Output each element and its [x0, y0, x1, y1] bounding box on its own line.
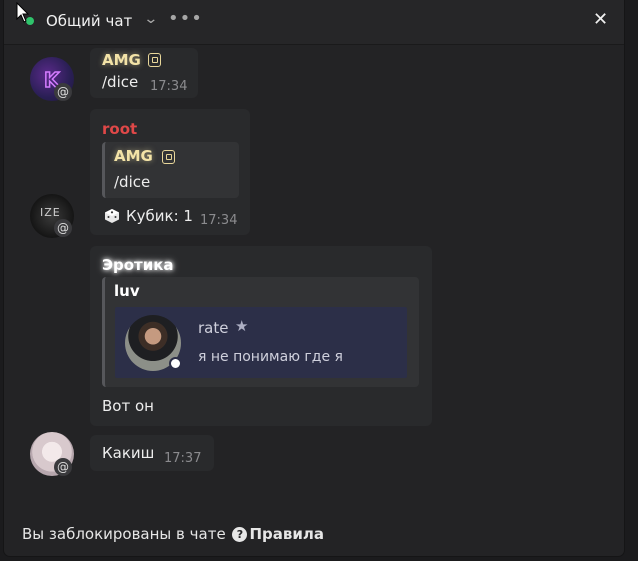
star-icon: ★: [235, 317, 249, 335]
message-text: Вот он: [102, 397, 154, 415]
embed-name: rate: [198, 319, 229, 337]
message-bubble[interactable]: Какиш 17:37: [90, 435, 214, 471]
mention-badge: @: [54, 83, 72, 101]
rules-link[interactable]: Правила: [249, 525, 324, 543]
mention-badge: @: [54, 458, 72, 476]
message-bubble[interactable]: AMG /dice 17:34: [90, 48, 198, 98]
message-text: Какиш: [102, 444, 155, 462]
message-time: 17:34: [200, 213, 238, 228]
quoted-message[interactable]: luv rate ★ я не понимаю где я: [102, 277, 419, 387]
message-author[interactable]: Эротика: [102, 256, 174, 274]
embed-text: я не понимаю где я: [198, 349, 343, 365]
message-time: 17:34: [150, 79, 188, 94]
message-author[interactable]: root: [102, 120, 137, 138]
message-bubble[interactable]: root AMG /dice Кубик: 1 17:34: [90, 109, 250, 235]
shield-icon: [162, 150, 175, 164]
message-author[interactable]: AMG: [102, 51, 141, 69]
blocked-text: Вы заблокированы в чате: [22, 525, 226, 543]
dice-icon: [105, 209, 119, 223]
quoted-author: luv: [114, 282, 140, 300]
mention-badge: @: [54, 219, 72, 237]
chat-header: Общий чат ⌄ ••• ✕: [4, 0, 624, 45]
message-time: 17:37: [164, 451, 202, 466]
chevron-down-icon[interactable]: ⌄: [143, 11, 158, 27]
shield-icon: [148, 53, 161, 67]
chat-title[interactable]: Общий чат: [46, 12, 132, 30]
message-bubble[interactable]: Эротика luv rate ★ я не понимаю где я Во…: [90, 246, 432, 426]
message-text: Кубик: 1: [126, 207, 193, 225]
more-horizontal-icon[interactable]: •••: [168, 8, 203, 29]
quoted-author: AMG: [114, 147, 153, 165]
blocked-notice: Вы заблокированы в чате ? Правила: [22, 525, 324, 543]
quoted-text: /dice: [114, 173, 151, 191]
mouse-cursor-icon: [16, 2, 30, 23]
message-text: /dice: [102, 73, 139, 91]
embed-avatar: [125, 315, 182, 371]
close-icon[interactable]: ✕: [593, 9, 608, 30]
avatar-text: IZE: [40, 206, 61, 219]
quoted-embed[interactable]: rate ★ я не понимаю где я: [115, 307, 407, 378]
status-dot-icon: [169, 357, 182, 370]
quoted-message[interactable]: AMG /dice: [102, 142, 239, 198]
chat-panel: Общий чат ⌄ ••• ✕ K @ AMG /dice 17:34 ro…: [4, 0, 624, 556]
help-icon[interactable]: ?: [232, 527, 248, 542]
